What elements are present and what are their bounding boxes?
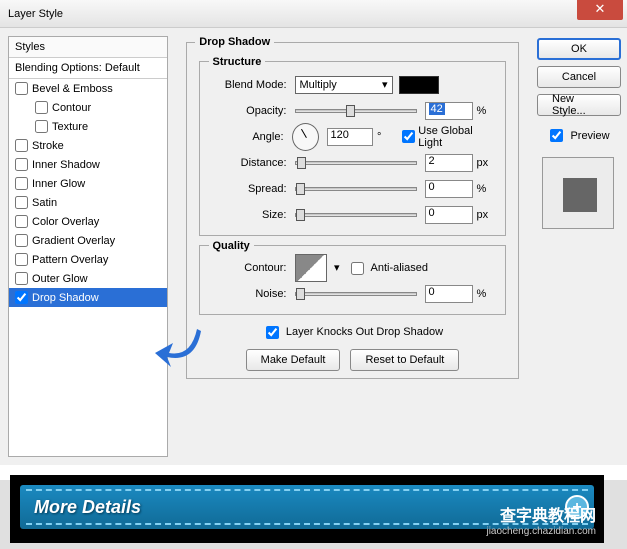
banner-text: More Details bbox=[34, 497, 141, 518]
chevron-down-icon: ▾ bbox=[382, 78, 388, 91]
distance-slider[interactable] bbox=[295, 161, 417, 165]
blend-mode-label: Blend Mode: bbox=[209, 79, 295, 91]
watermark: 查字典教程网 jiaocheng.chazidian.com bbox=[486, 502, 596, 537]
style-checkbox[interactable] bbox=[15, 158, 28, 171]
title-bar[interactable]: Layer Style ✕ bbox=[0, 0, 627, 28]
preview-label: Preview bbox=[570, 130, 609, 142]
style-checkbox[interactable] bbox=[15, 215, 28, 228]
preview-checkbox[interactable] bbox=[550, 129, 563, 142]
angle-dial[interactable] bbox=[292, 123, 319, 151]
noise-slider[interactable] bbox=[295, 292, 417, 296]
spread-label: Spread: bbox=[209, 183, 295, 195]
style-checkbox[interactable] bbox=[15, 272, 28, 285]
style-item-outer-glow[interactable]: Outer Glow bbox=[9, 269, 167, 288]
style-item-stroke[interactable]: Stroke bbox=[9, 136, 167, 155]
style-item-satin[interactable]: Satin bbox=[9, 193, 167, 212]
close-button[interactable]: ✕ bbox=[577, 0, 623, 20]
blend-mode-select[interactable]: Multiply▾ bbox=[295, 76, 393, 94]
styles-header[interactable]: Styles bbox=[9, 37, 167, 58]
contour-label: Contour: bbox=[209, 262, 295, 274]
style-label: Outer Glow bbox=[32, 273, 88, 285]
quality-group: Quality Contour: Anti-aliased Noise: 0 % bbox=[199, 240, 506, 316]
style-checkbox[interactable] bbox=[15, 291, 28, 304]
style-item-pattern-overlay[interactable]: Pattern Overlay bbox=[9, 250, 167, 269]
opacity-slider[interactable] bbox=[295, 109, 417, 113]
style-item-bevel-emboss[interactable]: Bevel & Emboss bbox=[9, 79, 167, 98]
style-label: Inner Glow bbox=[32, 178, 85, 190]
knockout-label: Layer Knocks Out Drop Shadow bbox=[286, 326, 443, 338]
global-light-checkbox[interactable] bbox=[402, 130, 415, 143]
angle-label: Angle: bbox=[209, 131, 292, 143]
angle-input[interactable]: 120 bbox=[327, 128, 373, 146]
spread-input[interactable]: 0 bbox=[425, 180, 473, 198]
example-output: More Details + 查字典教程网 jiaocheng.chazidia… bbox=[10, 475, 604, 543]
style-checkbox[interactable] bbox=[15, 82, 28, 95]
style-label: Gradient Overlay bbox=[32, 235, 115, 247]
antialiased-checkbox[interactable] bbox=[351, 262, 364, 275]
blending-options-item[interactable]: Blending Options: Default bbox=[9, 58, 167, 79]
size-input[interactable]: 0 bbox=[425, 206, 473, 224]
noise-label: Noise: bbox=[209, 288, 295, 300]
annotation-arrow-icon bbox=[153, 323, 205, 375]
style-item-contour[interactable]: Contour bbox=[9, 98, 167, 117]
cancel-button[interactable]: Cancel bbox=[537, 66, 621, 88]
window-title: Layer Style bbox=[8, 8, 63, 20]
style-checkbox[interactable] bbox=[15, 234, 28, 247]
reset-default-button[interactable]: Reset to Default bbox=[350, 349, 459, 371]
style-item-color-overlay[interactable]: Color Overlay bbox=[9, 212, 167, 231]
opacity-label: Opacity: bbox=[209, 105, 295, 117]
style-label: Satin bbox=[32, 197, 57, 209]
style-label: Drop Shadow bbox=[32, 292, 99, 304]
style-item-inner-shadow[interactable]: Inner Shadow bbox=[9, 155, 167, 174]
quality-legend: Quality bbox=[209, 240, 254, 252]
style-label: Texture bbox=[52, 121, 88, 133]
style-label: Color Overlay bbox=[32, 216, 99, 228]
style-checkbox[interactable] bbox=[15, 177, 28, 190]
style-label: Stroke bbox=[32, 140, 64, 152]
spread-slider[interactable] bbox=[295, 187, 417, 191]
style-item-inner-glow[interactable]: Inner Glow bbox=[9, 174, 167, 193]
structure-legend: Structure bbox=[209, 56, 266, 68]
style-checkbox[interactable] bbox=[35, 120, 48, 133]
panel-title: Drop Shadow bbox=[195, 36, 274, 48]
styles-list: Styles Blending Options: Default Bevel &… bbox=[8, 36, 168, 457]
style-label: Bevel & Emboss bbox=[32, 83, 113, 95]
style-checkbox[interactable] bbox=[35, 101, 48, 114]
drop-shadow-group: Drop Shadow Structure Blend Mode: Multip… bbox=[186, 36, 519, 379]
preview-swatch bbox=[542, 157, 614, 229]
antialiased-label: Anti-aliased bbox=[371, 262, 428, 274]
actions-column: OK Cancel New Style... Preview bbox=[529, 28, 627, 465]
size-label: Size: bbox=[209, 209, 295, 221]
distance-label: Distance: bbox=[209, 157, 295, 169]
opacity-input[interactable]: 42 bbox=[425, 102, 473, 120]
noise-input[interactable]: 0 bbox=[425, 285, 473, 303]
style-item-texture[interactable]: Texture bbox=[9, 117, 167, 136]
style-item-drop-shadow[interactable]: Drop Shadow bbox=[9, 288, 167, 307]
contour-picker[interactable] bbox=[295, 254, 327, 282]
style-label: Pattern Overlay bbox=[32, 254, 108, 266]
layer-style-dialog: Layer Style ✕ Styles Blending Options: D… bbox=[0, 0, 627, 480]
global-light-label: Use Global Light bbox=[418, 125, 496, 149]
ok-button[interactable]: OK bbox=[537, 38, 621, 60]
knockout-checkbox[interactable] bbox=[266, 326, 279, 339]
style-checkbox[interactable] bbox=[15, 253, 28, 266]
shadow-color-swatch[interactable] bbox=[399, 76, 439, 94]
style-label: Contour bbox=[52, 102, 91, 114]
distance-input[interactable]: 2 bbox=[425, 154, 473, 172]
style-label: Inner Shadow bbox=[32, 159, 100, 171]
style-item-gradient-overlay[interactable]: Gradient Overlay bbox=[9, 231, 167, 250]
style-checkbox[interactable] bbox=[15, 196, 28, 209]
size-slider[interactable] bbox=[295, 213, 417, 217]
settings-panel: Drop Shadow Structure Blend Mode: Multip… bbox=[176, 28, 529, 465]
style-checkbox[interactable] bbox=[15, 139, 28, 152]
make-default-button[interactable]: Make Default bbox=[246, 349, 341, 371]
new-style-button[interactable]: New Style... bbox=[537, 94, 621, 116]
structure-group: Structure Blend Mode: Multiply▾ Opacity:… bbox=[199, 56, 506, 236]
